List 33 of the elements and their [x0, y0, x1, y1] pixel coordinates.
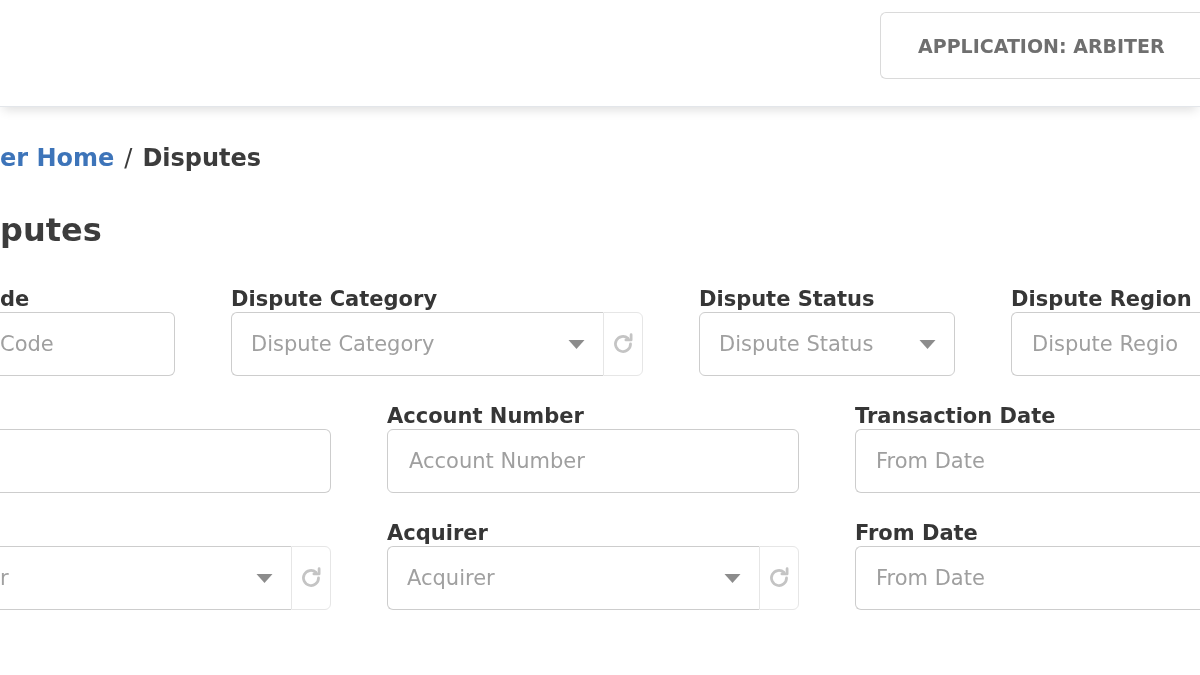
breadcrumb-link[interactable]: er Home [0, 143, 115, 173]
caret-icon [568, 339, 585, 349]
caret-icon [256, 573, 273, 583]
refresh-icon [612, 333, 634, 355]
caret-icon [724, 573, 741, 583]
field-label: Dispute Status [699, 287, 876, 311]
field-label: de [0, 287, 31, 311]
select-field[interactable]: Acquirer [387, 546, 759, 610]
field-label: Dispute Region [1011, 287, 1193, 311]
field-label: Transaction Date [855, 404, 1057, 428]
text-input[interactable]: Account Number [387, 429, 799, 493]
select-field[interactable]: Dispute Status [699, 312, 955, 376]
field-label: From Date [855, 521, 979, 545]
select-field[interactable]: Dispute Category [231, 312, 603, 376]
page-title: putes [0, 210, 103, 251]
field-label: Dispute Category [231, 287, 439, 311]
refresh-button[interactable] [759, 546, 799, 610]
breadcrumb-current: Disputes [142, 143, 262, 173]
field-label: Acquirer [387, 521, 489, 545]
text-input[interactable] [0, 429, 331, 493]
field-label: Account Number [387, 404, 585, 428]
caret-icon [919, 339, 936, 349]
refresh-button[interactable] [603, 312, 643, 376]
refresh-button[interactable] [291, 546, 331, 610]
select-field[interactable]: r [0, 546, 291, 610]
text-input[interactable]: Code [0, 312, 175, 376]
text-input[interactable]: Dispute Regio [1011, 312, 1200, 376]
text-input[interactable]: From Date [855, 546, 1200, 610]
breadcrumb-separator: / [124, 143, 133, 173]
refresh-icon [300, 567, 322, 589]
text-input[interactable]: From Date [855, 429, 1200, 493]
application-button[interactable]: APPLICATION: ARBITER [880, 12, 1200, 79]
refresh-icon [768, 567, 790, 589]
